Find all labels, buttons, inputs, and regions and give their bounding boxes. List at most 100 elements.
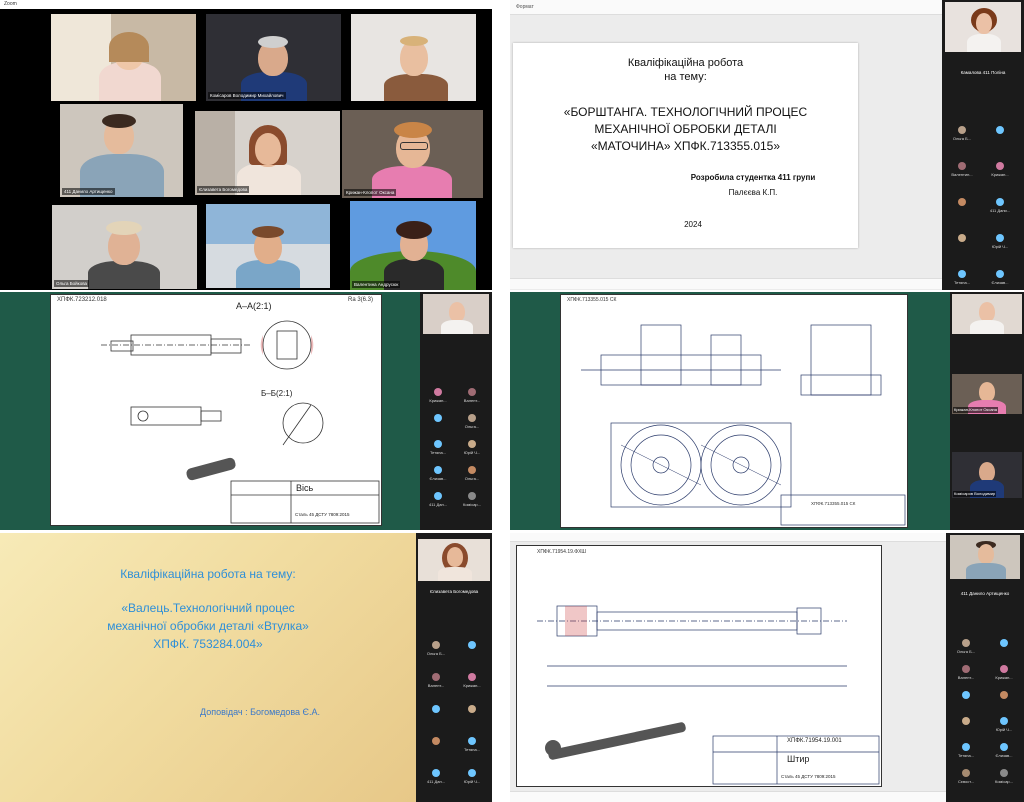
attendee-avatar[interactable]: Єлизав... [986,743,1022,761]
participant-video[interactable]: Комісаров Володимир [952,452,1022,498]
slide-author-name: Палєєва К.П. [728,188,778,197]
toolbar-format-label[interactable]: Формат [516,4,534,10]
participants-sidebar: Єлизавета Богомедова Ольга Б... Валент..… [416,533,492,802]
attendee-avatar[interactable]: Ольга... [454,414,490,432]
technical-drawing: ХПФК.71954.19.ФХШ ХПФК.71954.19.001 Штир… [516,545,882,787]
attendee-avatar[interactable]: Тетяна... [454,737,490,755]
speaker-video[interactable] [952,294,1022,334]
speaker-name: 411 Данило Артищенко [960,591,1010,596]
attendee-avatar[interactable]: Юрій Ч... [986,717,1022,735]
attendee-avatar[interactable] [454,641,490,659]
attendee-avatar[interactable] [948,691,984,709]
drawing-lines [101,320,380,524]
participant-tile[interactable]: Крижан-Клопот Оксана [342,110,483,198]
speaker-video[interactable] [950,535,1020,579]
attendee-avatar[interactable]: Комісар... [454,492,490,510]
slide-year: 2024 [684,220,702,229]
attendee-avatar[interactable]: Крижан... [454,673,490,691]
assembly-drawing: ХПФК.713355.015 СК ХПФК.713355.015 СК [560,294,908,528]
slide-topic-line: «МАТОЧИНА» ХПФК.713355.015» [590,139,781,153]
participant-name: Валентина Андрусюк [352,281,401,288]
participant-tile[interactable] [51,14,196,101]
speaker-video[interactable] [945,2,1021,52]
gallery-view-pane: Zoom Комісаров Володимир Михайлович 411 … [0,0,492,290]
viewer-navigation-bar[interactable] [510,791,946,802]
participants-sidebar: Крижан-Клопот Оксана Комісаров Володимир [950,292,1024,530]
attendee-avatar[interactable]: Крижан... [420,388,456,406]
attendee-avatar[interactable]: Комісар... [986,769,1022,787]
attendee-avatar[interactable]: Єлизав... [420,466,456,484]
attendee-avatar[interactable]: Юрій Ч... [982,234,1018,252]
speaker-video[interactable] [418,539,490,581]
attendee-avatar[interactable]: Єлизав... [982,270,1018,288]
speaker-name: Камалова 411 Поліна [960,70,1006,75]
slide-canvas: Кваліфікаційна робота на тему: «Валець.Т… [0,533,416,802]
attendee-avatar[interactable]: Сєвост... [948,769,984,787]
slide-canvas: Кваліфікаційна робота на тему: «БОРШТАНГ… [513,43,858,248]
participant-tile[interactable]: Валентина Андрусюк [350,201,476,290]
participant-name: 411 Данило Артищенко [62,188,115,195]
viewer-toolbar[interactable] [510,533,946,542]
drawing-stamp: ХПФК.71954.19.001 [787,738,842,744]
attendee-avatar[interactable] [944,198,980,216]
slide-topic-line: механічної обробки деталі «Втулка» [107,619,309,633]
slide-topic-line: МЕХАНІЧНОЇ ОБРОБКИ ДЕТАЛІ [594,122,777,136]
slide-topic-line: «БОРШТАНГА. ТЕХНОЛОГІЧНИЙ ПРОЦЕС [563,105,808,119]
participant-tile[interactable]: 411 Данило Артищенко [60,104,183,197]
slide-presenter: Доповідач : Богомедова Є.А. [200,707,321,717]
drawing-lines [581,324,906,526]
attendee-avatar[interactable] [418,737,454,755]
attendee-avatar[interactable]: Тетяна... [944,270,980,288]
participant-name: Крижан-Клопот Оксана [344,189,397,196]
attendee-avatar[interactable]: Ольга Б... [944,126,980,144]
window-title: Zoom [0,0,492,9]
participants-sidebar: 411 Данило Артищенко Ольга Б... Валент..… [946,533,1024,802]
part-name: Штир [787,754,810,764]
attendee-avatar[interactable]: Крижан... [982,162,1018,180]
attendee-avatar[interactable] [944,234,980,252]
participant-name: Ольга Бойкова [54,280,90,287]
attendee-avatar[interactable]: Ольга... [454,466,490,484]
attendee-avatar[interactable] [982,126,1018,144]
speaker-name: Єлизавета Богомедова [429,589,479,594]
participant-name: Комісаров Володимир Михайлович [208,92,286,99]
slide-navigation-bar[interactable] [510,278,942,289]
slide-title-subline: на тему: [664,71,707,83]
drawing-stamp: ХПФК.713355.015 СК [811,501,856,506]
shared-assembly-pane: ХПФК.713355.015 СК ХПФК.713355.015 СК Кр… [510,292,1024,530]
attendee-avatar[interactable]: 411 Дан... [418,769,454,787]
attendee-avatar[interactable]: Юрій Ч... [454,440,490,458]
attendee-avatar[interactable]: Ольга Б... [418,641,454,659]
attendee-avatar[interactable]: Валент... [454,388,490,406]
part-material: Сталь 45 ДСТУ 7809:2015 [781,774,836,779]
attendee-avatar[interactable]: Тетяна... [420,440,456,458]
attendee-avatar[interactable]: Валентин... [944,162,980,180]
attendee-avatar[interactable] [420,414,456,432]
attendee-avatar[interactable] [986,691,1022,709]
participant-tile[interactable]: Єлизавета Богомедова [195,111,340,195]
shared-drawing-pane: ХПФК.723212.018 Ra 3(6.3) А–А(2:1) Б–Б(2… [0,292,492,530]
attendee-avatar[interactable]: Тетяна... [948,743,984,761]
attendee-avatar[interactable] [454,705,490,723]
shared-slide-pane: Кваліфікаційна робота на тему: «Валець.Т… [0,533,492,802]
attendee-avatar[interactable]: Валент... [948,665,984,683]
attendee-avatar[interactable]: Крижан... [986,665,1022,683]
attendee-avatar[interactable]: Валент... [418,673,454,691]
participant-tile[interactable] [206,204,330,288]
slide-title: Кваліфікаційна робота на тему: [120,567,296,581]
participant-tile[interactable]: Ольга Бойкова [52,205,197,289]
shared-presentation-pane: Формат Кваліфікаційна робота на тему: «Б… [510,0,1024,290]
attendee-avatar[interactable] [986,639,1022,657]
part-name: Вісь [296,483,314,493]
attendee-avatar[interactable]: Юрій Ч... [454,769,490,787]
attendee-avatar[interactable]: Ольга Б... [948,639,984,657]
attendee-avatar[interactable] [418,705,454,723]
attendee-avatar[interactable]: 411 Дан... [420,492,456,510]
presentation-toolbar: Формат [510,0,948,15]
attendee-avatar[interactable]: 411 Дани... [982,198,1018,216]
participant-video[interactable]: Крижан-Клопот Оксана [952,374,1022,414]
speaker-video[interactable] [423,294,489,334]
participant-tile[interactable]: Комісаров Володимир Михайлович [206,14,341,101]
attendee-avatar[interactable] [948,717,984,735]
participant-tile[interactable] [351,14,476,101]
